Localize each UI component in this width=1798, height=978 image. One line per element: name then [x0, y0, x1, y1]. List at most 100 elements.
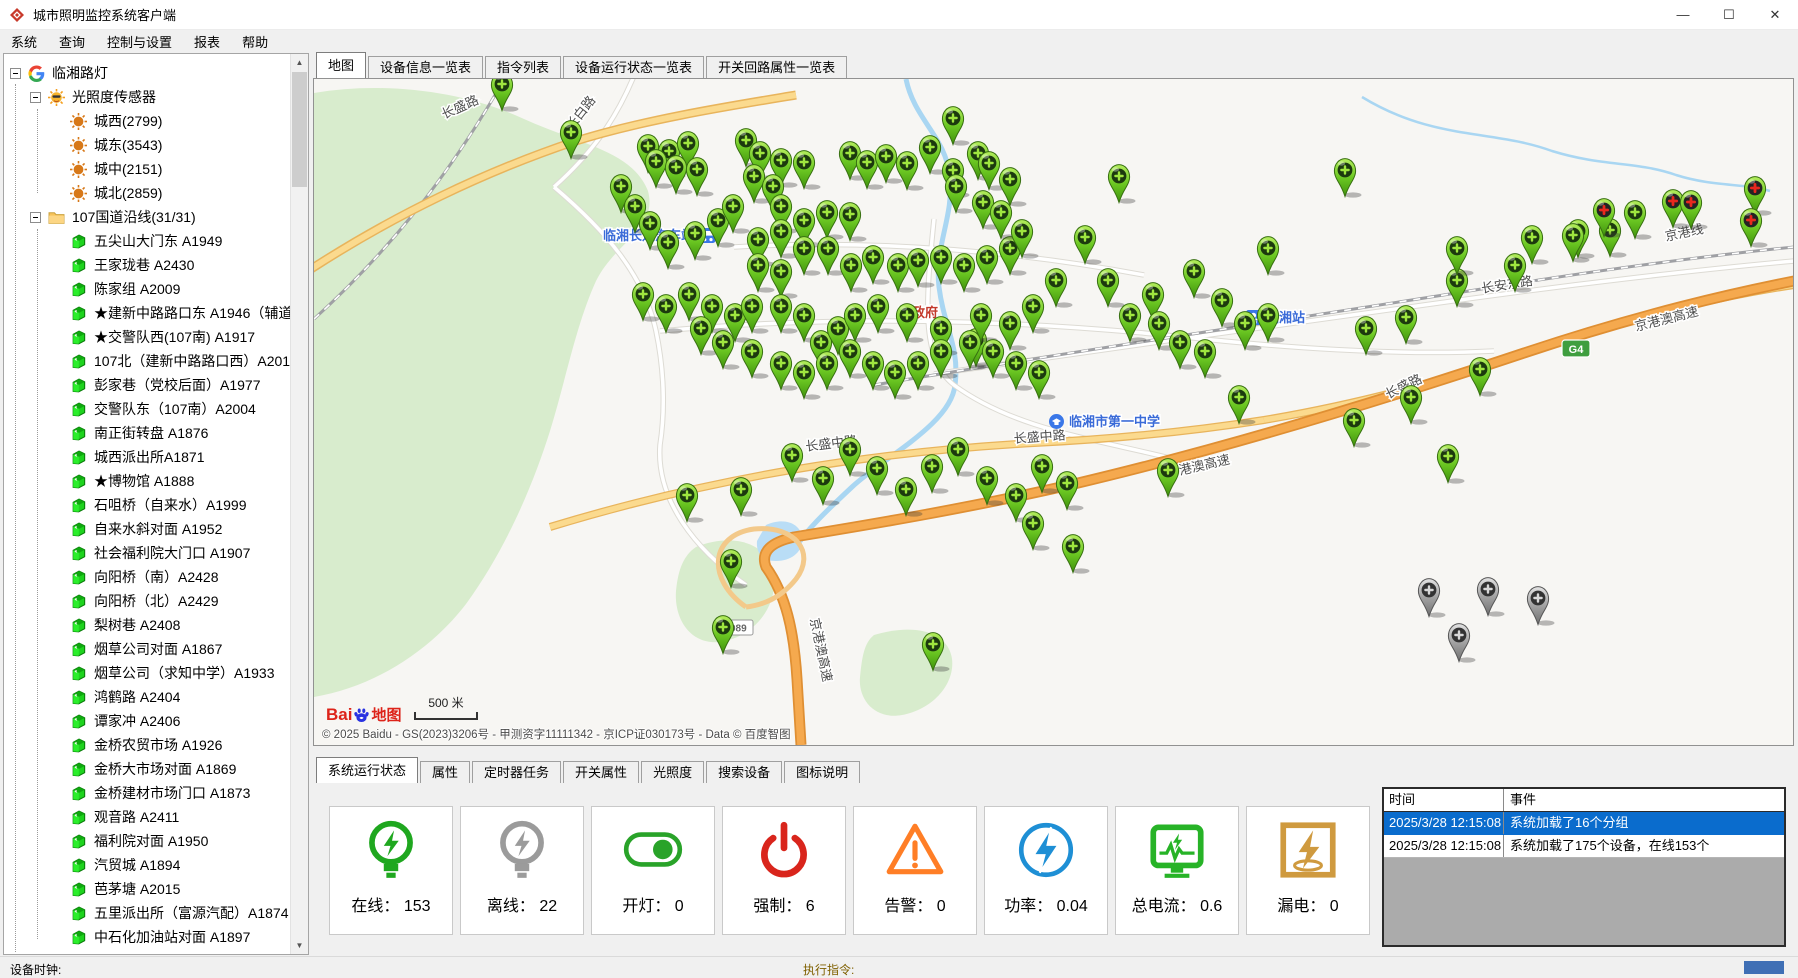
menu-item-1[interactable]: 查询 [48, 30, 96, 53]
device-icon [70, 713, 87, 730]
device-tree: 临湘路灯光照度传感器城西(2799)城东(3543)城中(2151)城北(285… [4, 54, 291, 954]
bottom-tab-4[interactable]: 光照度 [641, 761, 704, 783]
tree-device-0-2[interactable]: 城中(2151) [4, 157, 291, 181]
tree-device-1-26[interactable]: 汽贸城 A1894 [4, 853, 291, 877]
tree-device-1-16[interactable]: 梨树巷 A2408 [4, 613, 291, 637]
tree-device-1-13[interactable]: 社会福利院大门口 A1907 [4, 541, 291, 565]
scroll-thumb[interactable] [292, 72, 307, 187]
device-icon [70, 737, 87, 754]
menu-item-4[interactable]: 帮助 [231, 30, 279, 53]
map-tab-3[interactable]: 设备运行状态一览表 [563, 56, 704, 78]
tree-device-1-24[interactable]: 观音路 A2411 [4, 805, 291, 829]
stat-card-label: 离线： 22 [461, 892, 583, 916]
status-bar: 设备时钟: 执行指令: [0, 956, 1798, 978]
maximize-button[interactable]: ☐ [1706, 0, 1752, 29]
tree-device-1-15[interactable]: 向阳桥（北）A2429 [4, 589, 291, 613]
leak-icon [1275, 817, 1341, 883]
tree-group-1[interactable]: 107国道沿线(31/31) [4, 205, 291, 229]
tree-device-1-21[interactable]: 金桥农贸市场 A1926 [4, 733, 291, 757]
tree-device-1-18[interactable]: 烟草公司（求知中学）A1933 [4, 661, 291, 685]
bulb-on-icon [358, 817, 424, 883]
tree-device-0-0[interactable]: 城西(2799) [4, 109, 291, 133]
scroll-up-icon[interactable]: ▲ [291, 54, 308, 71]
collapse-icon[interactable] [30, 212, 41, 223]
tree-device-1-12[interactable]: 自来水斜对面 A1952 [4, 517, 291, 541]
tree-device-1-25[interactable]: 福利院对面 A1950 [4, 829, 291, 853]
tree-device-1-28[interactable]: 五里派出所（富源汽配）A1874 [4, 901, 291, 925]
tree-scrollbar[interactable]: ▲ ▼ [290, 54, 308, 954]
device-icon [70, 233, 87, 250]
poi-school-icon [1049, 414, 1064, 429]
menu-bar: 系统查询控制与设置报表帮助 [0, 30, 1798, 53]
tree-item-label: 城北(2859) [94, 183, 162, 203]
tree-device-1-6[interactable]: 彭家巷（党校后面）A1977 [4, 373, 291, 397]
bottom-tab-0[interactable]: 系统运行状态 [316, 757, 418, 783]
tree-item-label: 城西派出所A1871 [94, 447, 204, 467]
tree-item-label: 金桥大市场对面 A1869 [94, 759, 236, 779]
map-panel[interactable]: G4X089 长盛路长白路长安东路京港线京港澳高速港澳高速长盛中路长盛中路长盛路… [313, 78, 1794, 746]
tree-item-label: ★交警队西(107南) A1917 [94, 327, 255, 347]
tree-device-1-17[interactable]: 烟草公司对面 A1867 [4, 637, 291, 661]
event-row-0[interactable]: 2025/3/28 12:15:08系统加载了16个分组 [1384, 812, 1784, 835]
sunface-icon [48, 89, 65, 106]
menu-item-3[interactable]: 报表 [183, 30, 231, 53]
tree-device-1-1[interactable]: 王家珑巷 A2430 [4, 253, 291, 277]
bottom-tab-bar: 系统运行状态属性定时器任务开关属性光照度搜索设备图标说明 [316, 756, 862, 783]
bottom-tab-2[interactable]: 定时器任务 [472, 761, 561, 783]
tree-device-1-2[interactable]: 陈家组 A2009 [4, 277, 291, 301]
road-badge-G4: G4 [1562, 340, 1590, 357]
tree-root[interactable]: 临湘路灯 [4, 61, 291, 85]
map-tab-0[interactable]: 地图 [316, 52, 366, 78]
bolt-circle-icon [1013, 817, 1079, 883]
map-tab-4[interactable]: 开关回路属性一览表 [706, 56, 847, 78]
bottom-tab-6[interactable]: 图标说明 [784, 761, 860, 783]
tree-item-label: 福利院对面 A1950 [94, 831, 208, 851]
tree-device-1-23[interactable]: 金桥建材市场门口 A1873 [4, 781, 291, 805]
event-row-1[interactable]: 2025/3/28 12:15:08系统加载了175个设备，在线153个 [1384, 835, 1784, 858]
bulb-off-icon [489, 817, 555, 883]
tree-item-label: 梨树巷 A2408 [94, 615, 180, 635]
bottom-tab-1[interactable]: 属性 [420, 761, 470, 783]
scroll-down-icon[interactable]: ▼ [291, 937, 308, 954]
tree-device-1-5[interactable]: 107北（建新中路路口西）A2014 [4, 349, 291, 373]
tree-device-1-20[interactable]: 谭家冲 A2406 [4, 709, 291, 733]
map-tab-1[interactable]: 设备信息一览表 [368, 56, 483, 78]
menu-item-2[interactable]: 控制与设置 [96, 30, 183, 53]
menu-item-0[interactable]: 系统 [0, 30, 48, 53]
tree-item-label: 社会福利院大门口 A1907 [94, 543, 250, 563]
collapse-icon[interactable] [10, 68, 21, 79]
tree-device-1-29[interactable]: 中石化加油站对面 A1897 [4, 925, 291, 949]
tree-device-partial[interactable] [4, 949, 291, 954]
tree-device-0-3[interactable]: 城北(2859) [4, 181, 291, 205]
tree-device-1-11[interactable]: 石咀桥（自来水）A1999 [4, 493, 291, 517]
tree-device-1-22[interactable]: 金桥大市场对面 A1869 [4, 757, 291, 781]
device-icon [70, 305, 87, 322]
tree-item-label: 交警队东（107南）A2004 [94, 399, 256, 419]
close-button[interactable]: ✕ [1752, 0, 1798, 29]
tree-device-1-0[interactable]: 五尖山大门东 A1949 [4, 229, 291, 253]
tree-device-1-10[interactable]: ★博物馆 A1888 [4, 469, 291, 493]
tree-device-1-3[interactable]: ★建新中路路口东 A1946（辅道灯） [4, 301, 291, 325]
map-tab-2[interactable]: 指令列表 [485, 56, 561, 78]
tree-device-1-27[interactable]: 芭茅塘 A2015 [4, 877, 291, 901]
bottom-tab-5[interactable]: 搜索设备 [706, 761, 782, 783]
tree-device-0-1[interactable]: 城东(3543) [4, 133, 291, 157]
tree-device-1-4[interactable]: ★交警队西(107南) A1917 [4, 325, 291, 349]
bottom-tab-3[interactable]: 开关属性 [563, 761, 639, 783]
device-icon [70, 497, 87, 514]
stat-card-3: 强制： 6 [722, 806, 846, 935]
minimize-button[interactable]: — [1660, 0, 1706, 29]
sun-icon [70, 161, 87, 178]
tree-device-1-7[interactable]: 交警队东（107南）A2004 [4, 397, 291, 421]
tree-device-1-19[interactable]: 鸿鹤路 A2404 [4, 685, 291, 709]
device-icon [70, 449, 87, 466]
tree-device-1-14[interactable]: 向阳桥（南）A2428 [4, 565, 291, 589]
tree-device-1-9[interactable]: 城西派出所A1871 [4, 445, 291, 469]
tree-device-1-8[interactable]: 南正街转盘 A1876 [4, 421, 291, 445]
device-clock-label: 设备时钟: [10, 961, 61, 978]
baidu-map[interactable]: G4X089 长盛路长白路长安东路京港线京港澳高速港澳高速长盛中路长盛中路长盛路… [314, 79, 1793, 745]
device-icon [70, 473, 87, 490]
collapse-icon[interactable] [30, 92, 41, 103]
tree-group-0[interactable]: 光照度传感器 [4, 85, 291, 109]
tree-item-label: 金桥建材市场门口 A1873 [94, 783, 250, 803]
